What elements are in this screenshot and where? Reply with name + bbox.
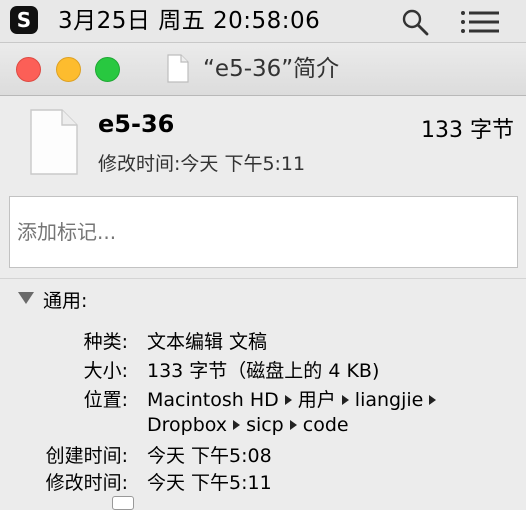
path-item[interactable]: Macintosh HD xyxy=(147,389,279,411)
size-label: 大小: xyxy=(83,360,128,382)
modified-value: 今天 下午5:11 xyxy=(147,472,272,494)
modified-summary-label: 修改时间: xyxy=(98,153,181,175)
file-size: 133 字节 xyxy=(421,118,514,143)
path-item[interactable]: Dropbox xyxy=(147,414,227,436)
path-item[interactable]: liangjie xyxy=(355,389,424,411)
modified-summary: 修改时间:今天 下午5:11 xyxy=(98,149,305,176)
path-separator-arrow-icon xyxy=(284,394,292,405)
window-title: “e5-36”简介 xyxy=(203,56,340,82)
menu-bar: S 3月25日 周五 20:58:06 xyxy=(0,0,526,43)
modified-label: 修改时间: xyxy=(45,472,128,494)
search-icon[interactable] xyxy=(400,8,432,36)
sogou-input-icon[interactable]: S xyxy=(10,6,38,34)
created-label: 创建时间: xyxy=(45,445,128,467)
kind-label: 种类: xyxy=(83,331,128,353)
path-separator-arrow-icon xyxy=(429,394,437,405)
tags-input[interactable] xyxy=(9,196,518,268)
modified-summary-value: 今天 下午5:11 xyxy=(180,153,306,175)
disclosure-triangle-icon[interactable] xyxy=(17,291,35,305)
window-title-bar[interactable]: “e5-36”简介 xyxy=(0,43,526,96)
minimize-button[interactable] xyxy=(56,57,81,82)
menu-bar-clock[interactable]: 3月25日 周五 20:58:06 xyxy=(58,0,320,42)
path-separator-arrow-icon xyxy=(341,394,349,405)
file-name: e5-36 xyxy=(98,110,175,138)
section-title-general[interactable]: 通用: xyxy=(43,286,87,313)
created-value: 今天 下午5:08 xyxy=(147,445,272,467)
where-path-line-2: Dropbox sicp code xyxy=(147,414,349,436)
path-separator-arrow-icon xyxy=(289,419,297,430)
path-item[interactable]: code xyxy=(303,414,349,436)
zoom-button[interactable] xyxy=(95,57,120,82)
path-separator-arrow-icon xyxy=(233,419,241,430)
document-icon xyxy=(167,54,189,83)
close-button[interactable] xyxy=(16,57,41,82)
where-path-line-1: Macintosh HD 用户 liangjie xyxy=(147,385,442,412)
size-value: 133 字节（磁盘上的 4 KB) xyxy=(147,360,380,382)
checkbox[interactable] xyxy=(112,496,134,510)
where-label: 位置: xyxy=(83,389,128,411)
divider xyxy=(0,278,526,279)
kind-value: 文本编辑 文稿 xyxy=(147,331,268,353)
path-item[interactable]: 用户 xyxy=(298,389,336,411)
path-item[interactable]: sicp xyxy=(246,414,284,436)
menu-list-icon[interactable] xyxy=(460,10,500,34)
document-icon xyxy=(30,109,78,175)
